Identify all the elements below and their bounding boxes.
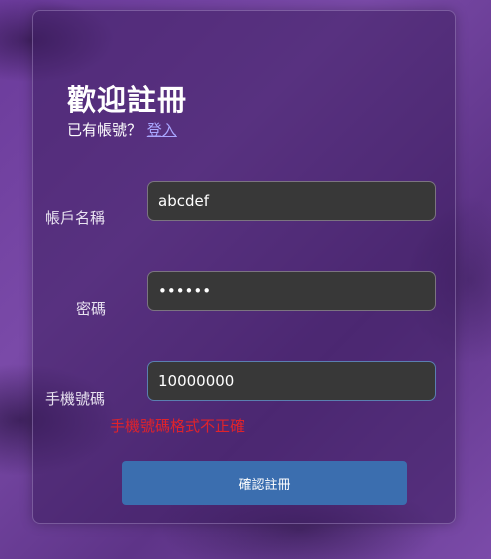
login-link[interactable]: 登入 (147, 121, 177, 139)
username-label: 帳戶名稱 (45, 209, 106, 227)
register-card: 歡迎註冊 已有帳號？ 登入 帳戶名稱 密碼 手機號碼 手機號碼格式不正確 確認註… (32, 10, 456, 524)
phone-label: 手機號碼 (45, 390, 106, 408)
login-prompt: 已有帳號？ 登入 (67, 119, 177, 140)
submit-register-button[interactable]: 確認註冊 (122, 461, 407, 505)
page-title: 歡迎註冊 (67, 83, 188, 117)
password-input[interactable] (147, 271, 436, 311)
has-account-text: 已有帳號？ (67, 121, 143, 139)
phone-error-message: 手機號碼格式不正確 (110, 417, 246, 435)
username-input[interactable] (147, 181, 436, 221)
password-label: 密碼 (76, 300, 107, 318)
phone-input[interactable] (147, 361, 436, 401)
